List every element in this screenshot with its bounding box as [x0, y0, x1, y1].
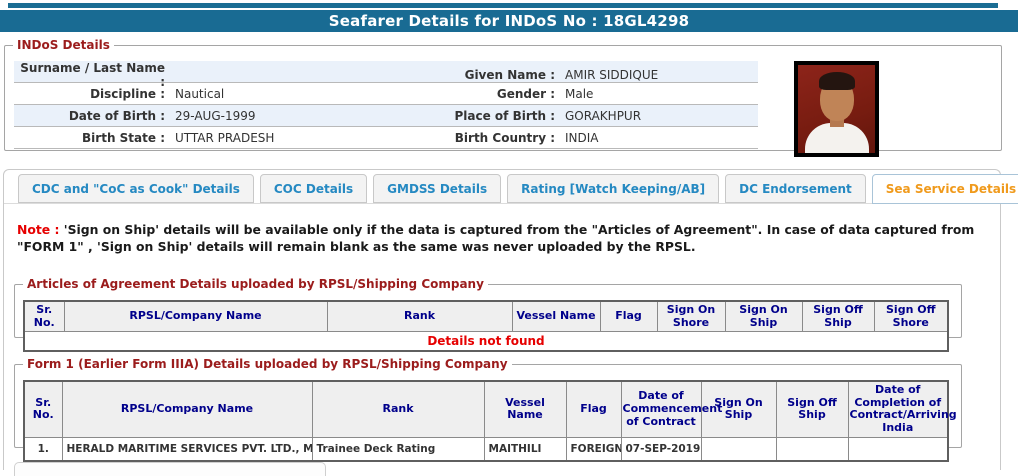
tab-dc-endorsement[interactable]: DC Endorsement: [725, 174, 866, 203]
tab-sea-service-details[interactable]: Sea Service Details: [871, 174, 1018, 204]
indos-row-birth: Date of Birth : 29-AUG-1999 Place of Bir…: [14, 105, 758, 127]
column-header-sign-off-shore: Sign Off Shore: [873, 300, 949, 333]
indos-details-grid: Surname / Last Name : Given Name : AMIR …: [14, 61, 758, 149]
indos-row-state: Birth State : UTTAR PRADESH Birth Countr…: [14, 127, 758, 149]
discipline-value: Nautical: [175, 86, 225, 101]
form1-header-row: Sr. No. RPSL/Company Name Rank Vessel Na…: [23, 380, 957, 438]
column-header-sr-no: Sr. No.: [23, 380, 63, 438]
details-not-found-message: Details not found: [23, 331, 949, 352]
cell-date-of-commencement: 07-SEP-2019: [620, 436, 702, 462]
form1-details-table: Sr. No. RPSL/Company Name Rank Vessel Na…: [23, 380, 957, 463]
gender-value: Male: [565, 86, 594, 101]
column-header-sign-on-ship: Sign On Ship: [724, 300, 803, 333]
column-header-sign-on-shore: Sign On Shore: [656, 300, 726, 333]
surname-label: Surname / Last Name :: [20, 61, 165, 89]
cell-sr-no: 1.: [23, 436, 63, 462]
column-header-flag: Flag: [565, 380, 622, 438]
note-text: 'Sign on Ship' details will be available…: [17, 222, 975, 255]
form1-details-legend: Form 1 (Earlier Form IIIA) Details uploa…: [27, 357, 508, 371]
column-header-vessel-name: Vessel Name: [511, 300, 601, 333]
column-header-vessel-name: Vessel Name: [483, 380, 567, 438]
tab-gmdss-details[interactable]: GMDSS Details: [373, 174, 502, 203]
column-header-date-of-completion: Date of Completion of Contract/Arriving …: [847, 380, 957, 438]
tab-coc-details[interactable]: COC Details: [259, 174, 368, 203]
tab-rating-watch-keeping-ab[interactable]: Rating [Watch Keeping/AB]: [507, 174, 720, 203]
indos-row-discipline: Discipline : Nautical Gender : Male: [14, 83, 758, 105]
place-of-birth-value: GORAKHPUR: [565, 108, 642, 123]
date-of-birth-label: Date of Birth :: [68, 108, 165, 123]
column-header-date-of-commencement: Date of Commencement of Contract: [620, 380, 722, 438]
indos-row-name: Surname / Last Name : Given Name : AMIR …: [14, 61, 758, 89]
cell-date-of-completion: [847, 436, 949, 462]
articles-of-agreement-table: Sr. No. RPSL/Company Name Rank Vessel Na…: [23, 300, 949, 352]
discipline-label: Discipline :: [90, 86, 165, 101]
sign-on-ship-note: Note : 'Sign on Ship' details will be av…: [17, 221, 1003, 255]
column-header-sr-no: Sr. No.: [23, 300, 65, 333]
cell-flag: FOREIGN: [565, 436, 622, 462]
column-header-rpsl-company: RPSL/Company Name: [61, 380, 313, 438]
column-header-rank: Rank: [326, 300, 513, 333]
cell-rank: Trainee Deck Rating: [311, 436, 485, 462]
place-of-birth-label: Place of Birth :: [454, 108, 555, 123]
tab-strip: CDC and "CoC as Cook" Details COC Detail…: [4, 170, 1018, 204]
birth-country-label: Birth Country :: [454, 130, 555, 145]
date-of-birth-value: 29-AUG-1999: [175, 108, 256, 123]
column-header-flag: Flag: [599, 300, 658, 333]
column-header-sign-off-ship: Sign Off Ship: [801, 300, 875, 333]
articles-of-agreement-section: Articles of Agreement Details uploaded b…: [14, 277, 962, 352]
form1-details-section: Form 1 (Earlier Form IIIA) Details uploa…: [14, 357, 962, 463]
birth-state-label: Birth State :: [82, 130, 165, 145]
tab-cdc-and-coc-as-cook-details[interactable]: CDC and "CoC as Cook" Details: [18, 174, 254, 203]
cell-vessel-name: MAITHILI: [483, 436, 567, 462]
photo-hair-shape: [818, 72, 855, 90]
articles-header-row: Sr. No. RPSL/Company Name Rank Vessel Na…: [23, 300, 949, 333]
gender-label: Gender :: [496, 86, 555, 101]
top-divider-line: [8, 3, 998, 8]
seafarer-photo: [794, 61, 879, 157]
articles-empty-row: Details not found: [23, 331, 949, 352]
column-header-rpsl-company: RPSL/Company Name: [63, 300, 328, 333]
cell-rpsl-company: HERALD MARITIME SERVICES PVT. LTD., MUMB…: [61, 436, 313, 462]
column-header-sign-off-ship: Sign Off Ship: [775, 380, 849, 438]
indos-details-section: INDoS Details Surname / Last Name : Give…: [4, 38, 1002, 157]
articles-of-agreement-legend: Articles of Agreement Details uploaded b…: [27, 277, 484, 291]
cell-sign-off-ship: [775, 436, 849, 462]
next-section-partial-box: [14, 462, 326, 476]
birth-country-value: INDIA: [565, 130, 599, 145]
indos-details-legend: INDoS Details: [17, 38, 110, 52]
form1-data-row: 1. HERALD MARITIME SERVICES PVT. LTD., M…: [23, 436, 949, 462]
note-label: Note :: [17, 222, 60, 237]
column-header-rank: Rank: [311, 380, 485, 438]
birth-state-value: UTTAR PRADESH: [175, 130, 275, 145]
page-title: Seafarer Details for INDoS No : 18GL4298: [0, 10, 1018, 32]
given-name-value: AMIR SIDDIQUE: [565, 68, 659, 82]
given-name-label: Given Name :: [464, 68, 555, 82]
cell-sign-on-ship: [700, 436, 777, 462]
photo-shirt-shape: [804, 123, 869, 153]
